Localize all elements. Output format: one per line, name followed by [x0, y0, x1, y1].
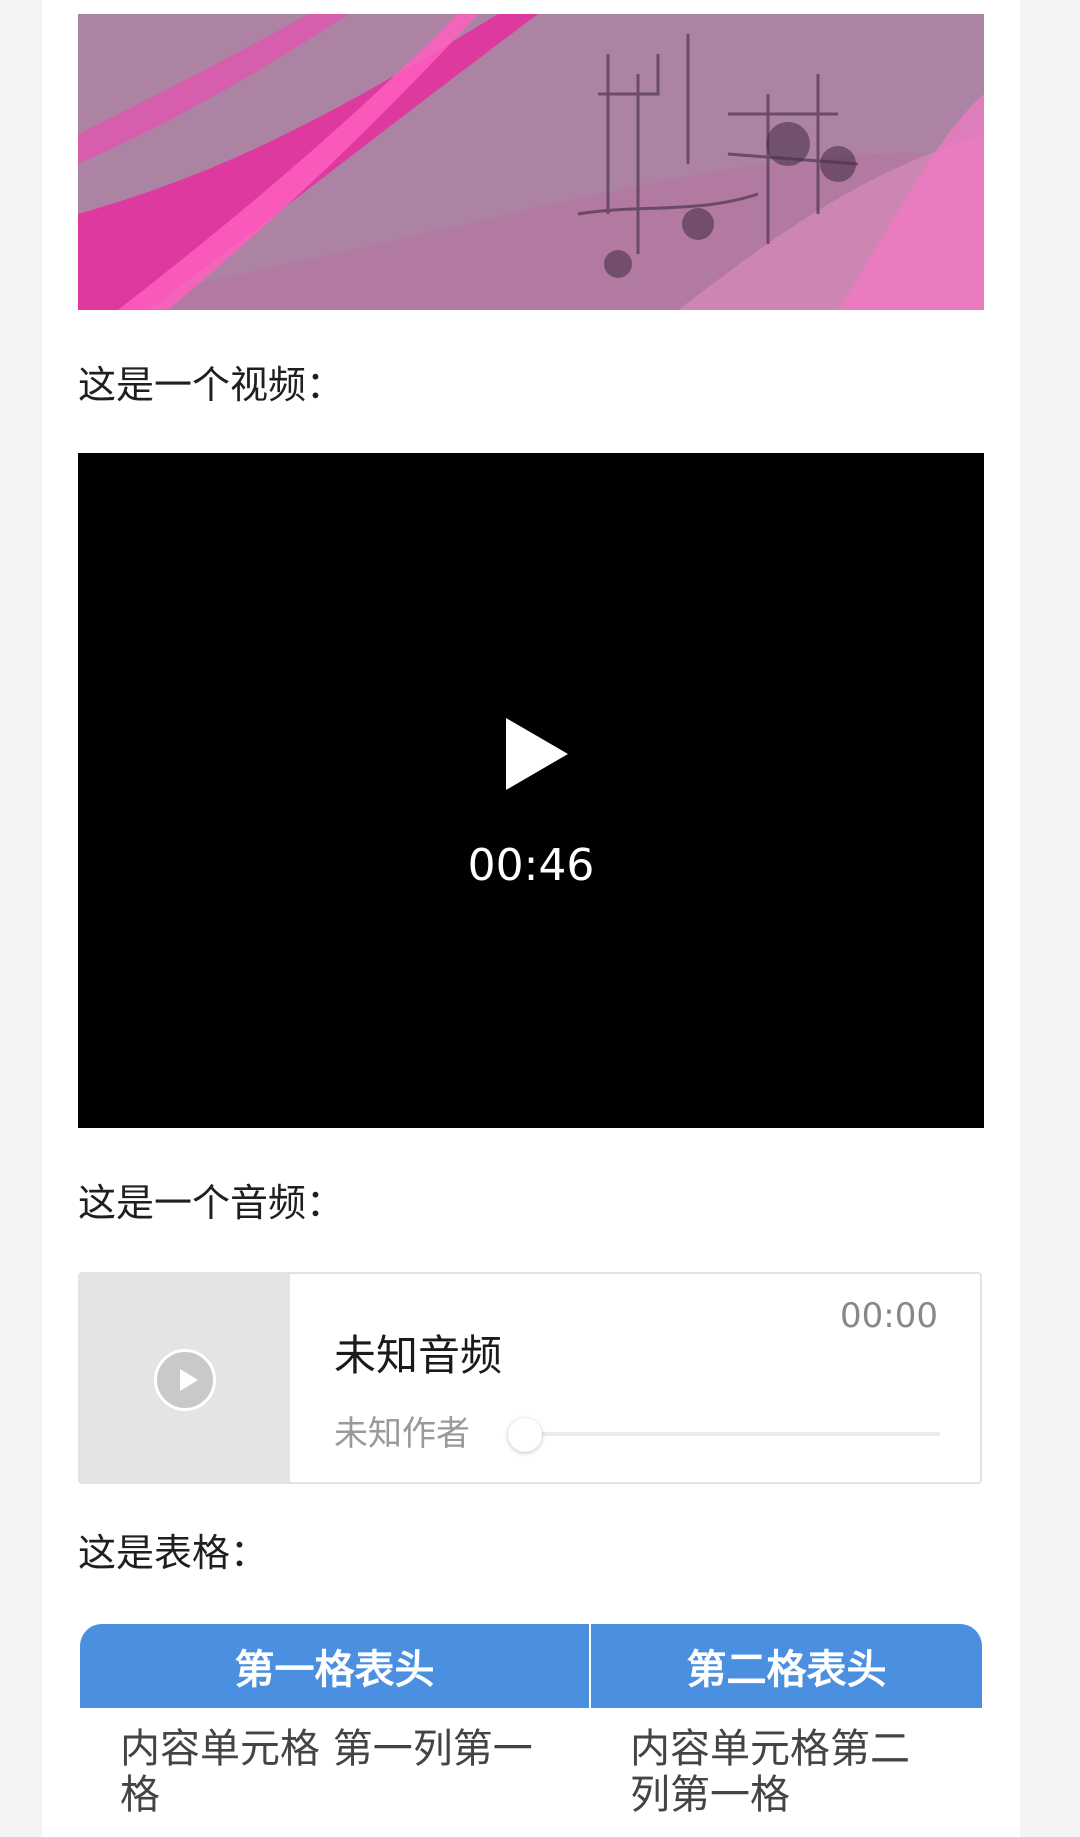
video-section-label: 这是一个视频：: [78, 363, 345, 407]
audio-player[interactable]: 未知音频 00:00 未知作者: [78, 1272, 982, 1484]
audio-author: 未知作者: [334, 1414, 470, 1454]
table-header-cell: 第一格表头: [80, 1624, 591, 1708]
table-section-label: 这是表格：: [78, 1531, 269, 1575]
play-icon[interactable]: [502, 716, 572, 792]
audio-time: 00:00: [840, 1296, 938, 1336]
table-row: 内容单元格 第一列第一格 内容单元格第二列第一格: [80, 1708, 982, 1818]
content-table: 第一格表头 第二格表头 内容单元格 第一列第一格 内容单元格第二列第一格: [80, 1624, 982, 1818]
table-header-cell: 第二格表头: [590, 1624, 982, 1708]
table-cell: 内容单元格第二列第一格: [630, 1726, 910, 1818]
audio-cover: [80, 1274, 290, 1482]
audio-progress-track[interactable]: [520, 1432, 940, 1436]
play-circle-icon[interactable]: [154, 1349, 216, 1411]
video-duration: 00:46: [467, 840, 595, 891]
table-cell: 内容单元格 第一列第一格: [120, 1726, 533, 1818]
article-page: 这是一个视频： 00:46 这是一个音频： 未知音频 00:00 未知作者 这是…: [42, 0, 1020, 1837]
table-header-row: 第一格表头 第二格表头: [80, 1624, 982, 1708]
audio-progress-thumb[interactable]: [508, 1418, 542, 1452]
audio-title: 未知音频: [334, 1331, 503, 1380]
audio-section-label: 这是一个音频：: [78, 1181, 345, 1225]
article-image: [78, 14, 984, 310]
